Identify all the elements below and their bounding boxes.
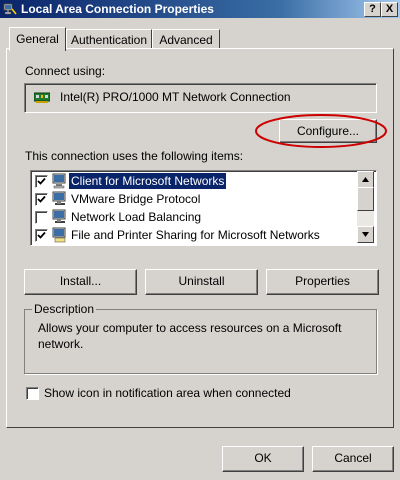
check-mark-icon bbox=[36, 194, 47, 205]
network-protocol-icon bbox=[52, 191, 66, 205]
item-checkbox[interactable] bbox=[35, 193, 48, 206]
connect-using-label: Connect using: bbox=[25, 64, 106, 78]
arrow-down-icon bbox=[362, 232, 369, 237]
ok-button[interactable]: OK bbox=[222, 446, 304, 472]
scroll-thumb[interactable] bbox=[357, 187, 374, 211]
install-button[interactable]: Install... bbox=[24, 269, 137, 295]
item-checkbox[interactable] bbox=[35, 175, 48, 188]
uninstall-button[interactable]: Uninstall bbox=[145, 269, 258, 295]
list-item-file-and-printer-sharing[interactable]: File and Printer Sharing for Microsoft N… bbox=[31, 226, 358, 244]
scroll-up-button[interactable] bbox=[357, 171, 374, 188]
item-checkbox[interactable] bbox=[35, 211, 48, 224]
item-label: VMware Bridge Protocol bbox=[71, 192, 201, 206]
network-protocol-icon bbox=[52, 209, 66, 223]
items-label: This connection uses the following items… bbox=[25, 149, 244, 163]
network-adapter-icon bbox=[34, 92, 50, 103]
item-label: Client for Microsoft Networks bbox=[69, 173, 227, 189]
scroll-down-button[interactable] bbox=[357, 226, 374, 243]
cancel-button[interactable]: Cancel bbox=[312, 446, 394, 472]
description-text: Allows your computer to access resources… bbox=[38, 321, 342, 351]
annotation-ellipse bbox=[255, 114, 387, 148]
network-client-icon bbox=[52, 173, 66, 189]
properties-button[interactable]: Properties bbox=[266, 269, 379, 295]
list-scrollbar[interactable] bbox=[357, 171, 374, 243]
show-icon-checkbox[interactable] bbox=[26, 387, 39, 400]
show-icon-label[interactable]: Show icon in notification area when conn… bbox=[44, 386, 291, 400]
list-item-client-for-microsoft-networks[interactable]: Client for Microsoft Networks bbox=[31, 172, 358, 190]
components-list[interactable]: Client for Microsoft Networks VMware Bri… bbox=[30, 170, 377, 246]
list-item-vmware-bridge-protocol[interactable]: VMware Bridge Protocol bbox=[31, 190, 358, 208]
description-title: Description bbox=[32, 302, 97, 316]
item-label: Network Load Balancing bbox=[71, 210, 202, 224]
network-service-icon bbox=[52, 227, 66, 243]
item-checkbox[interactable] bbox=[35, 229, 48, 242]
adapter-name: Intel(R) PRO/1000 MT Network Connection bbox=[60, 90, 291, 104]
adapter-field: Intel(R) PRO/1000 MT Network Connection bbox=[24, 83, 377, 113]
check-mark-icon bbox=[36, 176, 47, 187]
item-label: File and Printer Sharing for Microsoft N… bbox=[71, 228, 320, 242]
check-mark-icon bbox=[36, 230, 47, 241]
arrow-up-icon bbox=[362, 177, 369, 182]
list-item-network-load-balancing[interactable]: Network Load Balancing bbox=[31, 208, 358, 226]
